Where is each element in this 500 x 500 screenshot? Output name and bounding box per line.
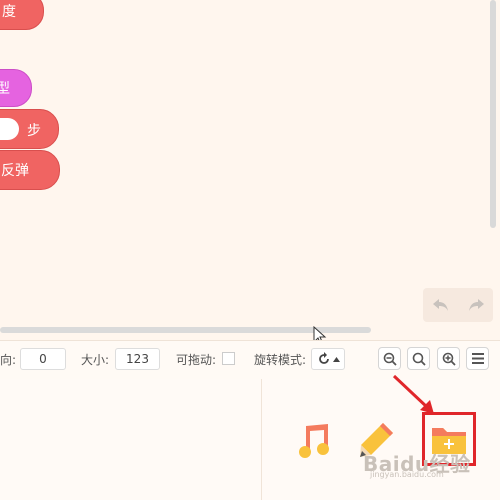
menu-button[interactable] bbox=[466, 347, 489, 370]
undo-button[interactable] bbox=[423, 288, 458, 322]
panel-divider bbox=[261, 379, 262, 500]
direction-input[interactable]: 0 bbox=[20, 348, 66, 370]
size-label: 大小: bbox=[81, 353, 110, 367]
size-value: 123 bbox=[126, 352, 149, 366]
draggable-checkbox[interactable] bbox=[222, 352, 235, 365]
redo-button[interactable] bbox=[458, 288, 493, 322]
zoom-in-button[interactable] bbox=[437, 347, 460, 370]
chevron-up-icon bbox=[332, 356, 340, 362]
rotation-mode-select[interactable] bbox=[311, 348, 345, 370]
direction-label: 向: bbox=[0, 353, 17, 367]
direction-value: 0 bbox=[39, 352, 47, 366]
redo-icon bbox=[468, 299, 484, 311]
block-type-label: 型 bbox=[0, 81, 10, 97]
zoom-out-icon bbox=[383, 352, 397, 366]
draggable-label: 可拖动: bbox=[176, 353, 217, 367]
block-degree-label: 度 bbox=[2, 4, 16, 20]
zoom-reset-button[interactable] bbox=[407, 347, 430, 370]
block-steps-label: 步 bbox=[27, 123, 41, 139]
add-sound-button[interactable] bbox=[296, 422, 334, 460]
script-area[interactable]: 度 型 步 反弹 bbox=[0, 0, 500, 346]
vertical-scrollbar[interactable] bbox=[490, 0, 496, 228]
block-bounce-label: 反弹 bbox=[1, 163, 29, 179]
zoom-in-icon bbox=[442, 352, 456, 366]
zoom-reset-icon bbox=[412, 352, 426, 366]
music-icon bbox=[299, 424, 329, 458]
zoom-out-button[interactable] bbox=[378, 347, 401, 370]
undo-icon bbox=[432, 299, 448, 311]
rotate-icon bbox=[318, 352, 329, 364]
block-type[interactable]: 型 bbox=[0, 69, 32, 107]
block-steps[interactable]: 步 bbox=[0, 109, 59, 149]
menu-icon bbox=[471, 353, 484, 364]
undo-redo-group bbox=[423, 288, 493, 322]
steps-input[interactable] bbox=[0, 118, 19, 140]
annotation-arrow-icon bbox=[392, 374, 434, 414]
watermark-url: jingyan.baidu.com bbox=[370, 470, 444, 479]
block-degree[interactable]: 度 bbox=[0, 0, 44, 30]
size-input[interactable]: 123 bbox=[115, 348, 160, 370]
rotation-mode-label: 旋转模式: bbox=[254, 353, 307, 367]
block-bounce[interactable]: 反弹 bbox=[0, 150, 60, 190]
